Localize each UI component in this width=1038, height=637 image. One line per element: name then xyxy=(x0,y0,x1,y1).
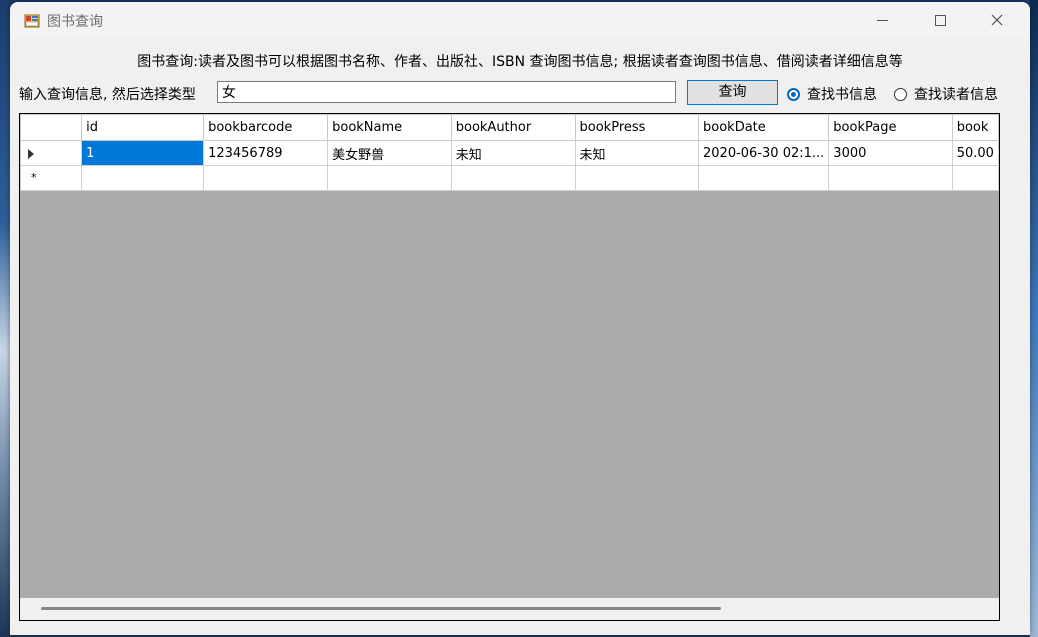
table-cell[interactable]: 2020-06-30 02:1... xyxy=(698,140,830,166)
app-window: 图书查询 图书查询:读者及图书可以根据图书名称、作者、出版社、ISBN 查询图书… xyxy=(10,2,1030,635)
column-header[interactable]: id xyxy=(81,114,205,141)
table-cell[interactable]: 美女野兽 xyxy=(327,140,452,166)
maximize-button[interactable] xyxy=(916,2,964,38)
table-row[interactable]: 1 123456789 美女野兽 未知 未知 2020-06-30 02:1..… xyxy=(20,140,999,166)
row-header-cell[interactable]: * xyxy=(20,165,83,191)
title-bar[interactable]: 图书查询 xyxy=(10,2,1030,38)
table-cell[interactable]: 3000 xyxy=(828,140,953,166)
description-label: 图书查询:读者及图书可以根据图书名称、作者、出版社、ISBN 查询图书信息; 根… xyxy=(137,54,903,70)
close-button[interactable] xyxy=(973,2,1021,38)
app-form-icon xyxy=(24,14,40,28)
column-header[interactable]: bookAuthor xyxy=(450,114,576,141)
table-cell[interactable]: 未知 xyxy=(574,140,700,166)
scrollbar-thumb[interactable] xyxy=(41,607,721,610)
radio-unchecked-icon[interactable] xyxy=(894,87,907,101)
query-button[interactable]: 查询 xyxy=(687,80,778,105)
table-cell[interactable] xyxy=(203,165,329,191)
column-header[interactable]: bookPress xyxy=(574,114,700,141)
horizontal-scrollbar[interactable] xyxy=(20,598,999,620)
table-cell[interactable] xyxy=(450,165,576,191)
table-cell[interactable]: 1 xyxy=(81,140,205,166)
search-label: 输入查询信息, 然后选择类型 xyxy=(19,87,196,103)
close-icon xyxy=(991,14,1003,26)
table-cell[interactable] xyxy=(81,165,205,191)
table-header-row: id bookbarcode bookName bookAuthor bookP… xyxy=(20,114,999,141)
data-grid[interactable]: id bookbarcode bookName bookAuthor bookP… xyxy=(19,113,1000,621)
column-header[interactable]: book xyxy=(951,114,999,141)
new-row-icon: * xyxy=(31,171,37,184)
radio-search-books[interactable]: 查找书信息 xyxy=(787,84,877,104)
desktop-background xyxy=(1030,0,1038,637)
table-cell[interactable] xyxy=(327,165,452,191)
radio-search-readers[interactable]: 查找读者信息 xyxy=(894,84,998,104)
table-cell[interactable] xyxy=(951,165,999,191)
search-input[interactable]: 女 xyxy=(217,81,676,103)
window-title: 图书查询 xyxy=(47,14,103,30)
column-header[interactable]: bookPage xyxy=(828,114,953,141)
radio-search-books-label: 查找书信息 xyxy=(807,87,877,103)
radio-search-readers-label: 查找读者信息 xyxy=(914,87,998,103)
minimize-button[interactable] xyxy=(858,2,906,38)
table-cell[interactable]: 未知 xyxy=(450,140,576,166)
table-cell[interactable] xyxy=(698,165,830,191)
table-cell[interactable]: 123456789 xyxy=(203,140,329,166)
column-header[interactable]: bookbarcode xyxy=(203,114,329,141)
row-pointer-icon xyxy=(28,149,34,159)
table-cell[interactable] xyxy=(828,165,953,191)
minimize-icon xyxy=(876,19,888,21)
radio-checked-icon[interactable] xyxy=(787,87,800,101)
table-cell[interactable]: 50.00 xyxy=(951,140,999,166)
table-cell[interactable] xyxy=(574,165,700,191)
new-row[interactable]: * xyxy=(20,165,999,191)
column-header[interactable]: bookDate xyxy=(698,114,830,141)
column-header[interactable]: bookName xyxy=(327,114,452,141)
maximize-icon xyxy=(934,14,946,26)
row-header-cell[interactable] xyxy=(20,140,83,166)
corner-header-cell[interactable] xyxy=(20,114,83,141)
book-table: id bookbarcode bookName bookAuthor bookP… xyxy=(20,114,999,191)
